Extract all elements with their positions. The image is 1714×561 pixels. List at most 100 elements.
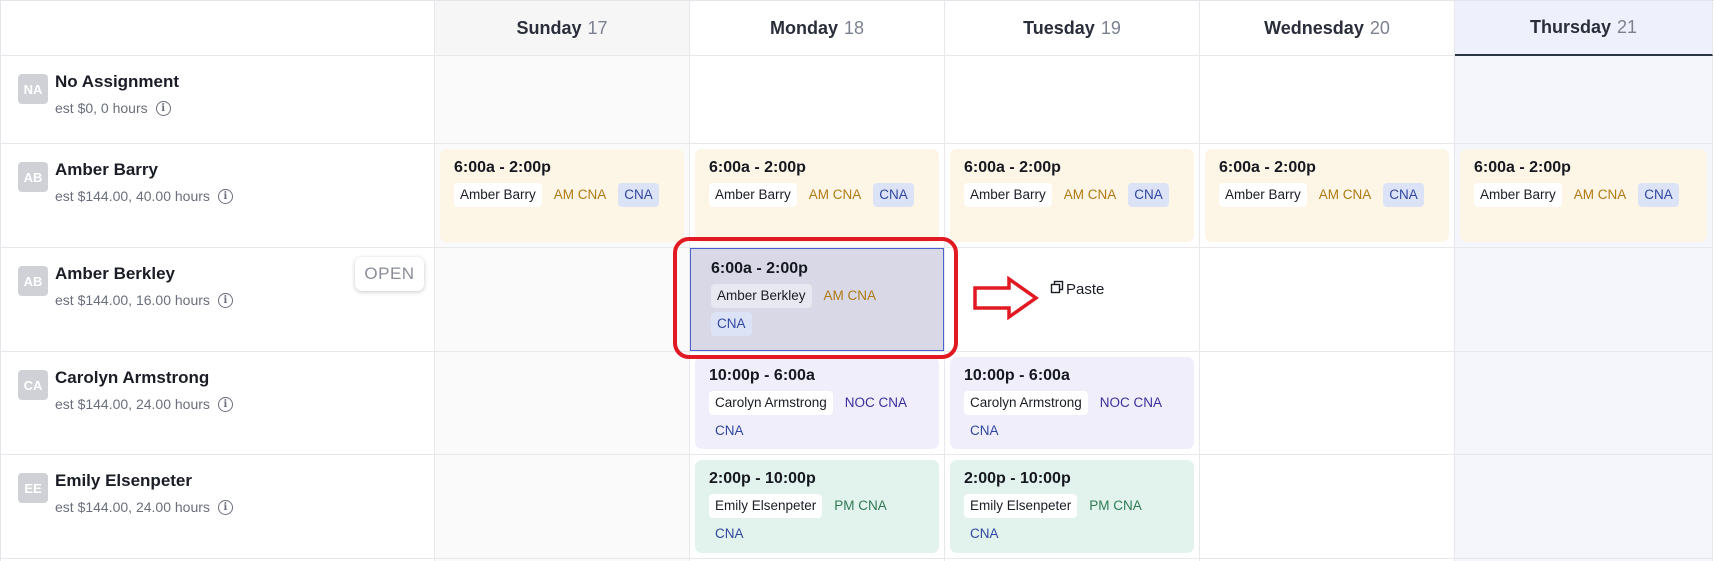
- shift-position-tag: AM CNA: [1318, 187, 1372, 202]
- schedule-cell[interactable]: [1455, 248, 1713, 352]
- day-header-sunday[interactable]: Sunday 17: [435, 1, 690, 56]
- info-icon[interactable]: i: [217, 499, 233, 515]
- schedule-cell[interactable]: 6:00a - 2:00p Amber Barry AM CNA CNA: [1455, 144, 1713, 248]
- estimate-text: est $0, 0 hours: [55, 100, 148, 116]
- info-icon[interactable]: i: [217, 292, 233, 308]
- avatar: CA: [18, 370, 48, 400]
- shift-person-tag: Amber Barry: [1474, 183, 1562, 207]
- shift-position-tag: AM CNA: [1063, 187, 1117, 202]
- schedule-cell[interactable]: 6:00a - 2:00p Amber Barry AM CNA CNA: [945, 144, 1200, 248]
- shift-role-tag: CNA: [715, 526, 744, 541]
- schedule-cell[interactable]: [1200, 248, 1455, 352]
- schedule-cell[interactable]: 6:00a - 2:00p Amber Barry AM CNA CNA: [1200, 144, 1455, 248]
- shift-person-tag: Emily Elsenpeter: [964, 494, 1078, 518]
- employee-row-amber-berkley: AB Amber Berkley est $144.00, 16.00 hour…: [1, 248, 435, 352]
- shift-card[interactable]: 6:00a - 2:00p Amber Barry AM CNA CNA: [1205, 149, 1449, 242]
- day-name: Tuesday: [1023, 17, 1095, 38]
- schedule-cell[interactable]: 6:00a - 2:00p Amber Berkley AM CNA CNA: [690, 248, 945, 352]
- day-name: Thursday: [1529, 17, 1611, 37]
- shift-role-tag: CNA: [873, 183, 914, 207]
- day-number: 21: [1617, 17, 1638, 37]
- shift-role-tag: CNA: [715, 423, 744, 438]
- shift-time: 6:00a - 2:00p: [964, 159, 1061, 176]
- info-icon[interactable]: i: [217, 188, 233, 204]
- schedule-cell[interactable]: [690, 56, 945, 144]
- shift-time: 6:00a - 2:00p: [709, 159, 806, 176]
- schedule-cell[interactable]: 6:00a - 2:00p Amber Barry AM CNA CNA: [690, 144, 945, 248]
- employee-name: Amber Berkley: [55, 264, 176, 283]
- schedule-cell[interactable]: 10:00p - 6:00a Carolyn Armstrong NOC CNA C…: [690, 352, 945, 455]
- shift-person-tag: Amber Barry: [709, 183, 797, 207]
- shift-card[interactable]: 2:00p - 10:00p Emily Elsenpeter PM CNA CNA: [695, 460, 939, 553]
- day-header-tuesday[interactable]: Tuesday 19: [945, 1, 1200, 56]
- day-header-monday[interactable]: Monday 18: [690, 1, 945, 56]
- paste-label: Paste: [1066, 280, 1105, 298]
- schedule-cell[interactable]: 6:00a - 2:00p Amber Barry AM CNA CNA: [435, 144, 690, 248]
- shift-time: 10:00p - 6:00a: [964, 367, 1070, 384]
- shift-position-tag: AM CNA: [1573, 187, 1627, 202]
- employee-estimate: est $144.00, 40.00 hours i: [55, 188, 233, 204]
- employee-estimate: est $144.00, 24.00 hours i: [55, 396, 233, 412]
- day-header-thursday[interactable]: Thursday 21: [1455, 1, 1713, 56]
- day-name: Monday: [769, 17, 838, 38]
- schedule-cell[interactable]: [435, 352, 690, 455]
- day-number: 18: [843, 17, 865, 38]
- shift-role-tag: CNA: [711, 312, 752, 336]
- shift-card[interactable]: 10:00p - 6:00a Carolyn Armstrong NOC CNA C…: [950, 357, 1194, 449]
- employee-estimate: est $144.00, 16.00 hours i: [55, 292, 233, 308]
- estimate-text: est $144.00, 24.00 hours: [55, 499, 210, 515]
- day-header-wednesday[interactable]: Wednesday 20: [1200, 1, 1455, 56]
- shift-role-tag: CNA: [1383, 183, 1424, 207]
- shift-time: 2:00p - 10:00p: [964, 470, 1071, 487]
- estimate-text: est $144.00, 40.00 hours: [55, 188, 210, 204]
- shift-role-tag: CNA: [618, 183, 659, 207]
- schedule-cell[interactable]: [435, 248, 690, 352]
- schedule-cell[interactable]: [435, 56, 690, 144]
- schedule-cell[interactable]: [945, 56, 1200, 144]
- shift-card[interactable]: 6:00a - 2:00p Amber Barry AM CNA CNA: [440, 149, 684, 242]
- shift-position-tag: NOC CNA: [844, 395, 908, 410]
- shift-person-tag: Amber Barry: [1219, 183, 1307, 207]
- schedule-cell[interactable]: 2:00p - 10:00p Emily Elsenpeter PM CNA CNA: [690, 455, 945, 559]
- info-icon[interactable]: i: [217, 396, 233, 412]
- shift-person-tag: Carolyn Armstrong: [709, 391, 833, 415]
- schedule-cell[interactable]: [1455, 352, 1713, 455]
- shift-card[interactable]: 6:00a - 2:00p Amber Barry AM CNA CNA: [695, 149, 939, 242]
- employee-name: Carolyn Armstrong: [55, 368, 210, 387]
- schedule-cell[interactable]: [1455, 56, 1713, 144]
- selected-shift-card[interactable]: 6:00a - 2:00p Amber Berkley AM CNA CNA: [690, 248, 944, 351]
- shift-position-tag: PM CNA: [1089, 498, 1142, 513]
- schedule-cell[interactable]: [1455, 455, 1713, 559]
- employee-row-no-assignment: NA No Assignment est $0, 0 hours i: [1, 56, 435, 144]
- open-button[interactable]: OPEN: [355, 257, 424, 291]
- shift-card[interactable]: 10:00p - 6:00a Carolyn Armstrong NOC CNA C…: [695, 357, 939, 449]
- shift-time: 2:00p - 10:00p: [709, 470, 816, 487]
- employee-name: Emily Elsenpeter: [55, 471, 193, 490]
- info-icon[interactable]: i: [155, 100, 171, 116]
- day-name: Sunday: [516, 17, 582, 38]
- shift-position-tag: NOC CNA: [1099, 395, 1163, 410]
- shift-time: 6:00a - 2:00p: [711, 260, 808, 277]
- shift-position-tag: AM CNA: [823, 288, 877, 303]
- shift-position-tag: AM CNA: [808, 187, 862, 202]
- paste-icon: [1050, 280, 1066, 298]
- schedule-cell[interactable]: [1200, 56, 1455, 144]
- schedule-cell[interactable]: [435, 455, 690, 559]
- shift-card[interactable]: 6:00a - 2:00p Amber Barry AM CNA CNA: [1460, 149, 1707, 242]
- shift-card[interactable]: 6:00a - 2:00p Amber Barry AM CNA CNA: [950, 149, 1194, 242]
- shift-person-tag: Amber Berkley: [711, 284, 812, 308]
- paste-button[interactable]: Paste: [1050, 280, 1104, 298]
- schedule-cell[interactable]: [1200, 352, 1455, 455]
- header-corner: [1, 1, 435, 56]
- shift-time: 10:00p - 6:00a: [709, 367, 815, 384]
- employee-row-amber-barry: AB Amber Barry est $144.00, 40.00 hours i: [1, 144, 435, 248]
- shift-time: 6:00a - 2:00p: [454, 159, 551, 176]
- day-number: 20: [1369, 17, 1390, 38]
- shift-position-tag: AM CNA: [553, 187, 607, 202]
- schedule-cell[interactable]: [1200, 455, 1455, 559]
- shift-card[interactable]: 2:00p - 10:00p Emily Elsenpeter PM CNA CNA: [950, 460, 1194, 553]
- employee-row-emily-elsenpeter: EE Emily Elsenpeter est $144.00, 24.00 h…: [1, 455, 435, 559]
- employee-name: No Assignment: [55, 72, 180, 91]
- schedule-cell[interactable]: 2:00p - 10:00p Emily Elsenpeter PM CNA CNA: [945, 455, 1200, 559]
- schedule-cell[interactable]: 10:00p - 6:00a Carolyn Armstrong NOC CNA C…: [945, 352, 1200, 455]
